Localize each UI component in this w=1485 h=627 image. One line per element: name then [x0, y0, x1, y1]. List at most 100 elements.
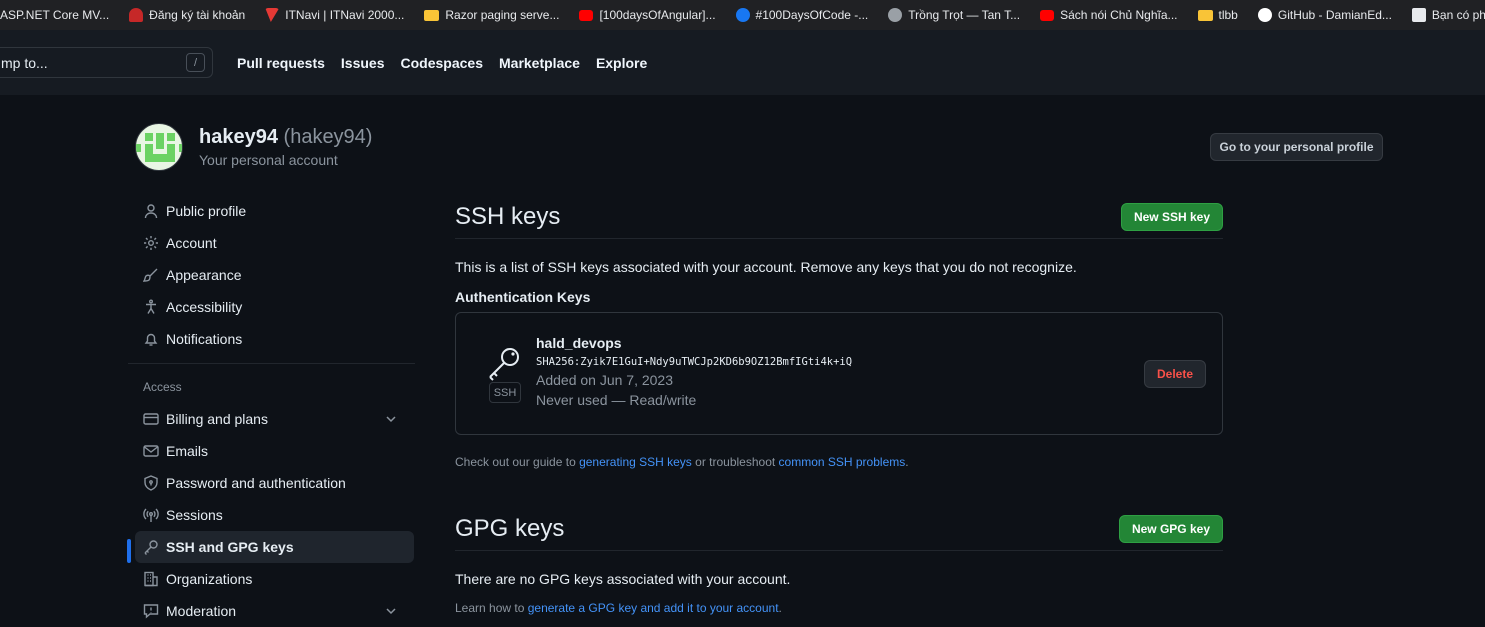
shield-lock-icon: [144, 475, 158, 491]
gpg-help-text: Learn how to generate a GPG key and add …: [455, 601, 1223, 615]
sidebar-item-accessibility[interactable]: Accessibility: [128, 291, 415, 323]
sidebar-item-label: Notifications: [166, 331, 243, 347]
bookmark-label: Sách nói Chủ Nghĩa...: [1060, 8, 1178, 22]
bookmark-3[interactable]: ITNavi | ITNavi 2000...: [265, 8, 404, 22]
sidebar-item-label: SSH and GPG keys: [166, 539, 294, 555]
chevron-down-icon[interactable]: [385, 605, 397, 617]
settings-sidebar: Public profile Account Appearance Access…: [127, 195, 415, 627]
sidebar-item-emails[interactable]: Emails: [128, 435, 415, 467]
github-icon: [1257, 8, 1272, 22]
bookmark-9[interactable]: tlbb: [1197, 8, 1238, 22]
ssh-key-fingerprint: SHA256:Zyik7E1GuI+Ndy9uTWCJp2KD6b9OZ12Bm…: [536, 356, 853, 368]
sidebar-item-account[interactable]: Account: [128, 227, 415, 259]
bookmark-7[interactable]: Trồng Trọt — Tan T...: [888, 8, 1020, 22]
sidebar-item-ssh-gpg-keys[interactable]: SSH and GPG keys: [127, 531, 414, 563]
bookmark-label: GitHub - DamianEd...: [1277, 8, 1392, 22]
gpg-help-prefix: Learn how to: [455, 601, 528, 615]
profile-name-block: hakey94 (hakey94) Your personal account: [199, 126, 372, 168]
broadcast-icon: [143, 508, 159, 522]
bookmark-4[interactable]: Razor paging serve...: [424, 8, 559, 22]
nav-codespaces[interactable]: Codespaces: [401, 55, 483, 71]
sidebar-item-moderation[interactable]: Moderation: [128, 595, 415, 627]
nav-explore[interactable]: Explore: [596, 55, 647, 71]
avatar[interactable]: [135, 123, 183, 171]
gpg-keys-title: GPG keys: [455, 514, 565, 542]
gpg-keys-header: GPG keys New GPG key: [455, 507, 1223, 551]
username: hakey94: [199, 126, 278, 148]
bookmark-2[interactable]: Đăng ký tài khoản: [129, 8, 245, 22]
new-ssh-key-button[interactable]: New SSH key: [1120, 202, 1223, 231]
sidebar-item-public-profile[interactable]: Public profile: [128, 195, 415, 227]
sidebar-item-password[interactable]: Password and authentication: [128, 467, 415, 499]
report-icon: [143, 604, 159, 619]
youtube-icon: [579, 9, 594, 21]
organization-icon: [144, 571, 158, 587]
search-input[interactable]: mp to... /: [0, 47, 213, 78]
bookmark-label: ASP.NET Core MV...: [0, 8, 110, 22]
main-content: SSH keys New SSH key This is a list of S…: [455, 195, 1223, 615]
key-icon: [144, 540, 158, 555]
bookmark-label: Bạn có phải là r: [1431, 8, 1485, 22]
ssh-keys-header: SSH keys New SSH key: [455, 195, 1223, 239]
delete-ssh-key-button[interactable]: Delete: [1144, 360, 1206, 388]
bookmark-10[interactable]: GitHub - DamianEd...: [1257, 8, 1392, 22]
bookmark-11[interactable]: Bạn có phải là r: [1411, 8, 1485, 22]
sidebar-item-label: Emails: [166, 443, 209, 459]
generate-gpg-key-link[interactable]: generate a GPG key and add it to your ac…: [528, 601, 779, 615]
bookmark-label: Trồng Trọt — Tan T...: [908, 8, 1021, 22]
sidebar-item-label: Password and authentication: [166, 475, 346, 491]
bookmark-label: Razor paging serve...: [445, 8, 560, 22]
nav-pull-requests[interactable]: Pull requests: [237, 55, 325, 71]
chevron-down-icon[interactable]: [385, 413, 397, 425]
go-to-profile-button[interactable]: Go to your personal profile: [1210, 133, 1383, 161]
site-icon: [1411, 8, 1426, 22]
header-nav: Pull requests Issues Codespaces Marketpl…: [237, 30, 647, 95]
sidebar-item-label: Appearance: [166, 267, 242, 283]
youtube-icon: [1040, 9, 1055, 21]
bookmark-5[interactable]: [100daysOfAngular]...: [579, 8, 716, 22]
generating-ssh-keys-link[interactable]: generating SSH keys: [579, 455, 692, 469]
new-gpg-key-button[interactable]: New GPG key: [1118, 514, 1223, 543]
itnavi-icon: [265, 8, 280, 22]
sidebar-item-label: Billing and plans: [166, 411, 268, 427]
sidebar-item-sessions[interactable]: Sessions: [128, 499, 415, 531]
sidebar-group-access: Access: [143, 380, 182, 394]
bookmark-8[interactable]: Sách nói Chủ Nghĩa...: [1040, 8, 1178, 22]
bookmark-label: ITNavi | ITNavi 2000...: [285, 8, 405, 22]
sidebar-item-appearance[interactable]: Appearance: [128, 259, 415, 291]
common-ssh-problems-link[interactable]: common SSH problems: [779, 455, 906, 469]
folder-icon: [424, 9, 440, 21]
sidebar-item-label: Moderation: [166, 603, 237, 619]
bookmark-label: tlbb: [1218, 8, 1238, 22]
ssh-keys-description: This is a list of SSH keys associated wi…: [455, 259, 1077, 275]
person-icon: [144, 204, 158, 219]
user-handle: (hakey94): [283, 126, 373, 148]
profile-header: hakey94 (hakey94) Your personal account: [135, 123, 372, 171]
profile-subtitle: Your personal account: [199, 152, 338, 168]
ssh-key-info: hald_devops SHA256:Zyik7E1GuI+Ndy9uTWCJp…: [536, 335, 852, 408]
ssh-key-name: hald_devops: [536, 335, 622, 351]
authentication-keys-heading: Authentication Keys: [455, 289, 591, 305]
bookmarks-bar: ASP.NET Core MV... Đăng ký tài khoản ITN…: [0, 0, 1485, 30]
profile-name: hakey94 (hakey94): [199, 126, 372, 149]
ssh-key-usage: Never used — Read/write: [536, 392, 697, 408]
sidebar-divider: [128, 363, 415, 364]
sidebar-item-label: Public profile: [166, 203, 247, 219]
nav-marketplace[interactable]: Marketplace: [499, 55, 580, 71]
globe-icon: [888, 8, 903, 22]
credit-card-icon: [143, 413, 159, 425]
sidebar-item-organizations[interactable]: Organizations: [128, 563, 415, 595]
nav-issues[interactable]: Issues: [341, 55, 385, 71]
bookmark-label: #100DaysOfCode -...: [755, 8, 869, 22]
ssh-help-prefix: Check out our guide to: [455, 455, 580, 469]
ssh-key-item: SSH hald_devops SHA256:Zyik7E1GuI+Ndy9uT…: [455, 312, 1223, 435]
site-header: mp to... / Pull requests Issues Codespac…: [0, 30, 1485, 95]
bookmark-1[interactable]: ASP.NET Core MV...: [0, 8, 109, 22]
sidebar-item-notifications[interactable]: Notifications: [128, 323, 415, 355]
bookmark-6[interactable]: #100DaysOfCode -...: [735, 8, 869, 22]
ssh-key-added-date: Added on Jun 7, 2023: [536, 372, 674, 388]
gear-icon: [144, 236, 158, 250]
paintbrush-icon: [143, 268, 158, 282]
sidebar-item-billing[interactable]: Billing and plans: [128, 403, 415, 435]
search-placeholder: mp to...: [1, 54, 48, 71]
